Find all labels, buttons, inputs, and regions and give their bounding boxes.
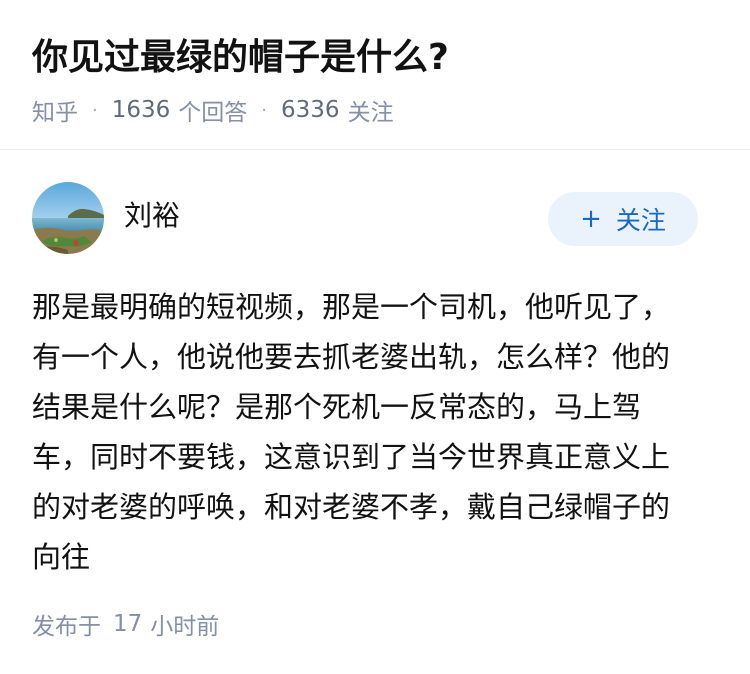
meta-separator: · (92, 99, 98, 121)
follower-count-label[interactable]: 关注 (348, 93, 394, 127)
question-meta: 知乎 · 1636 个回答 · 6336 关注 (32, 92, 394, 128)
question-header: 你见过最绿的帽子是什么? 知乎 · 1636 个回答 · 6336 关注 (0, 0, 750, 150)
follow-button[interactable]: + 关注 (548, 192, 698, 246)
plus-icon: + (580, 204, 602, 234)
published-prefix: 发布于 (32, 614, 101, 640)
answer-line: 有一个人，他说他要去抓老婆出轨，怎么样？他的 (32, 340, 671, 374)
question-title[interactable]: 你见过最绿的帽子是什么? (32, 34, 449, 82)
answer-line: 向往 (32, 540, 91, 574)
answer-count[interactable]: 1636 (112, 97, 171, 123)
follower-count[interactable]: 6336 (281, 97, 340, 123)
answer-content: 那是最明确的短视频，那是一个司机，他听见了， 有一个人，他说他要去抓老婆出轨，怎… (32, 282, 712, 582)
answer-line: 那是最明确的短视频，那是一个司机，他听见了， (32, 290, 671, 324)
answer-author-row: 刘裕 + 关注 (0, 182, 750, 258)
source-label[interactable]: 知乎 (32, 93, 78, 127)
published-number: 17 (113, 611, 143, 637)
author-name[interactable]: 刘裕 (124, 198, 180, 234)
answer-line: 结果是什么呢？是那个死机一反常态的，马上驾 (32, 390, 642, 424)
meta-separator: · (261, 99, 268, 121)
answer-count-label[interactable]: 个回答 (178, 93, 247, 127)
answer-line: 的对老婆的呼唤，和对老婆不孝，戴自己绿帽子的 (32, 490, 671, 524)
answer-line: 车，同时不要钱，这意识到了当今世界真正意义上 (32, 440, 671, 474)
published-unit: 小时前 (150, 614, 220, 640)
published-time: 发布于 17 小时前 (32, 606, 219, 642)
author-avatar[interactable] (32, 182, 104, 254)
landscape-avatar-icon (32, 182, 104, 254)
follow-button-label: 关注 (615, 206, 666, 235)
